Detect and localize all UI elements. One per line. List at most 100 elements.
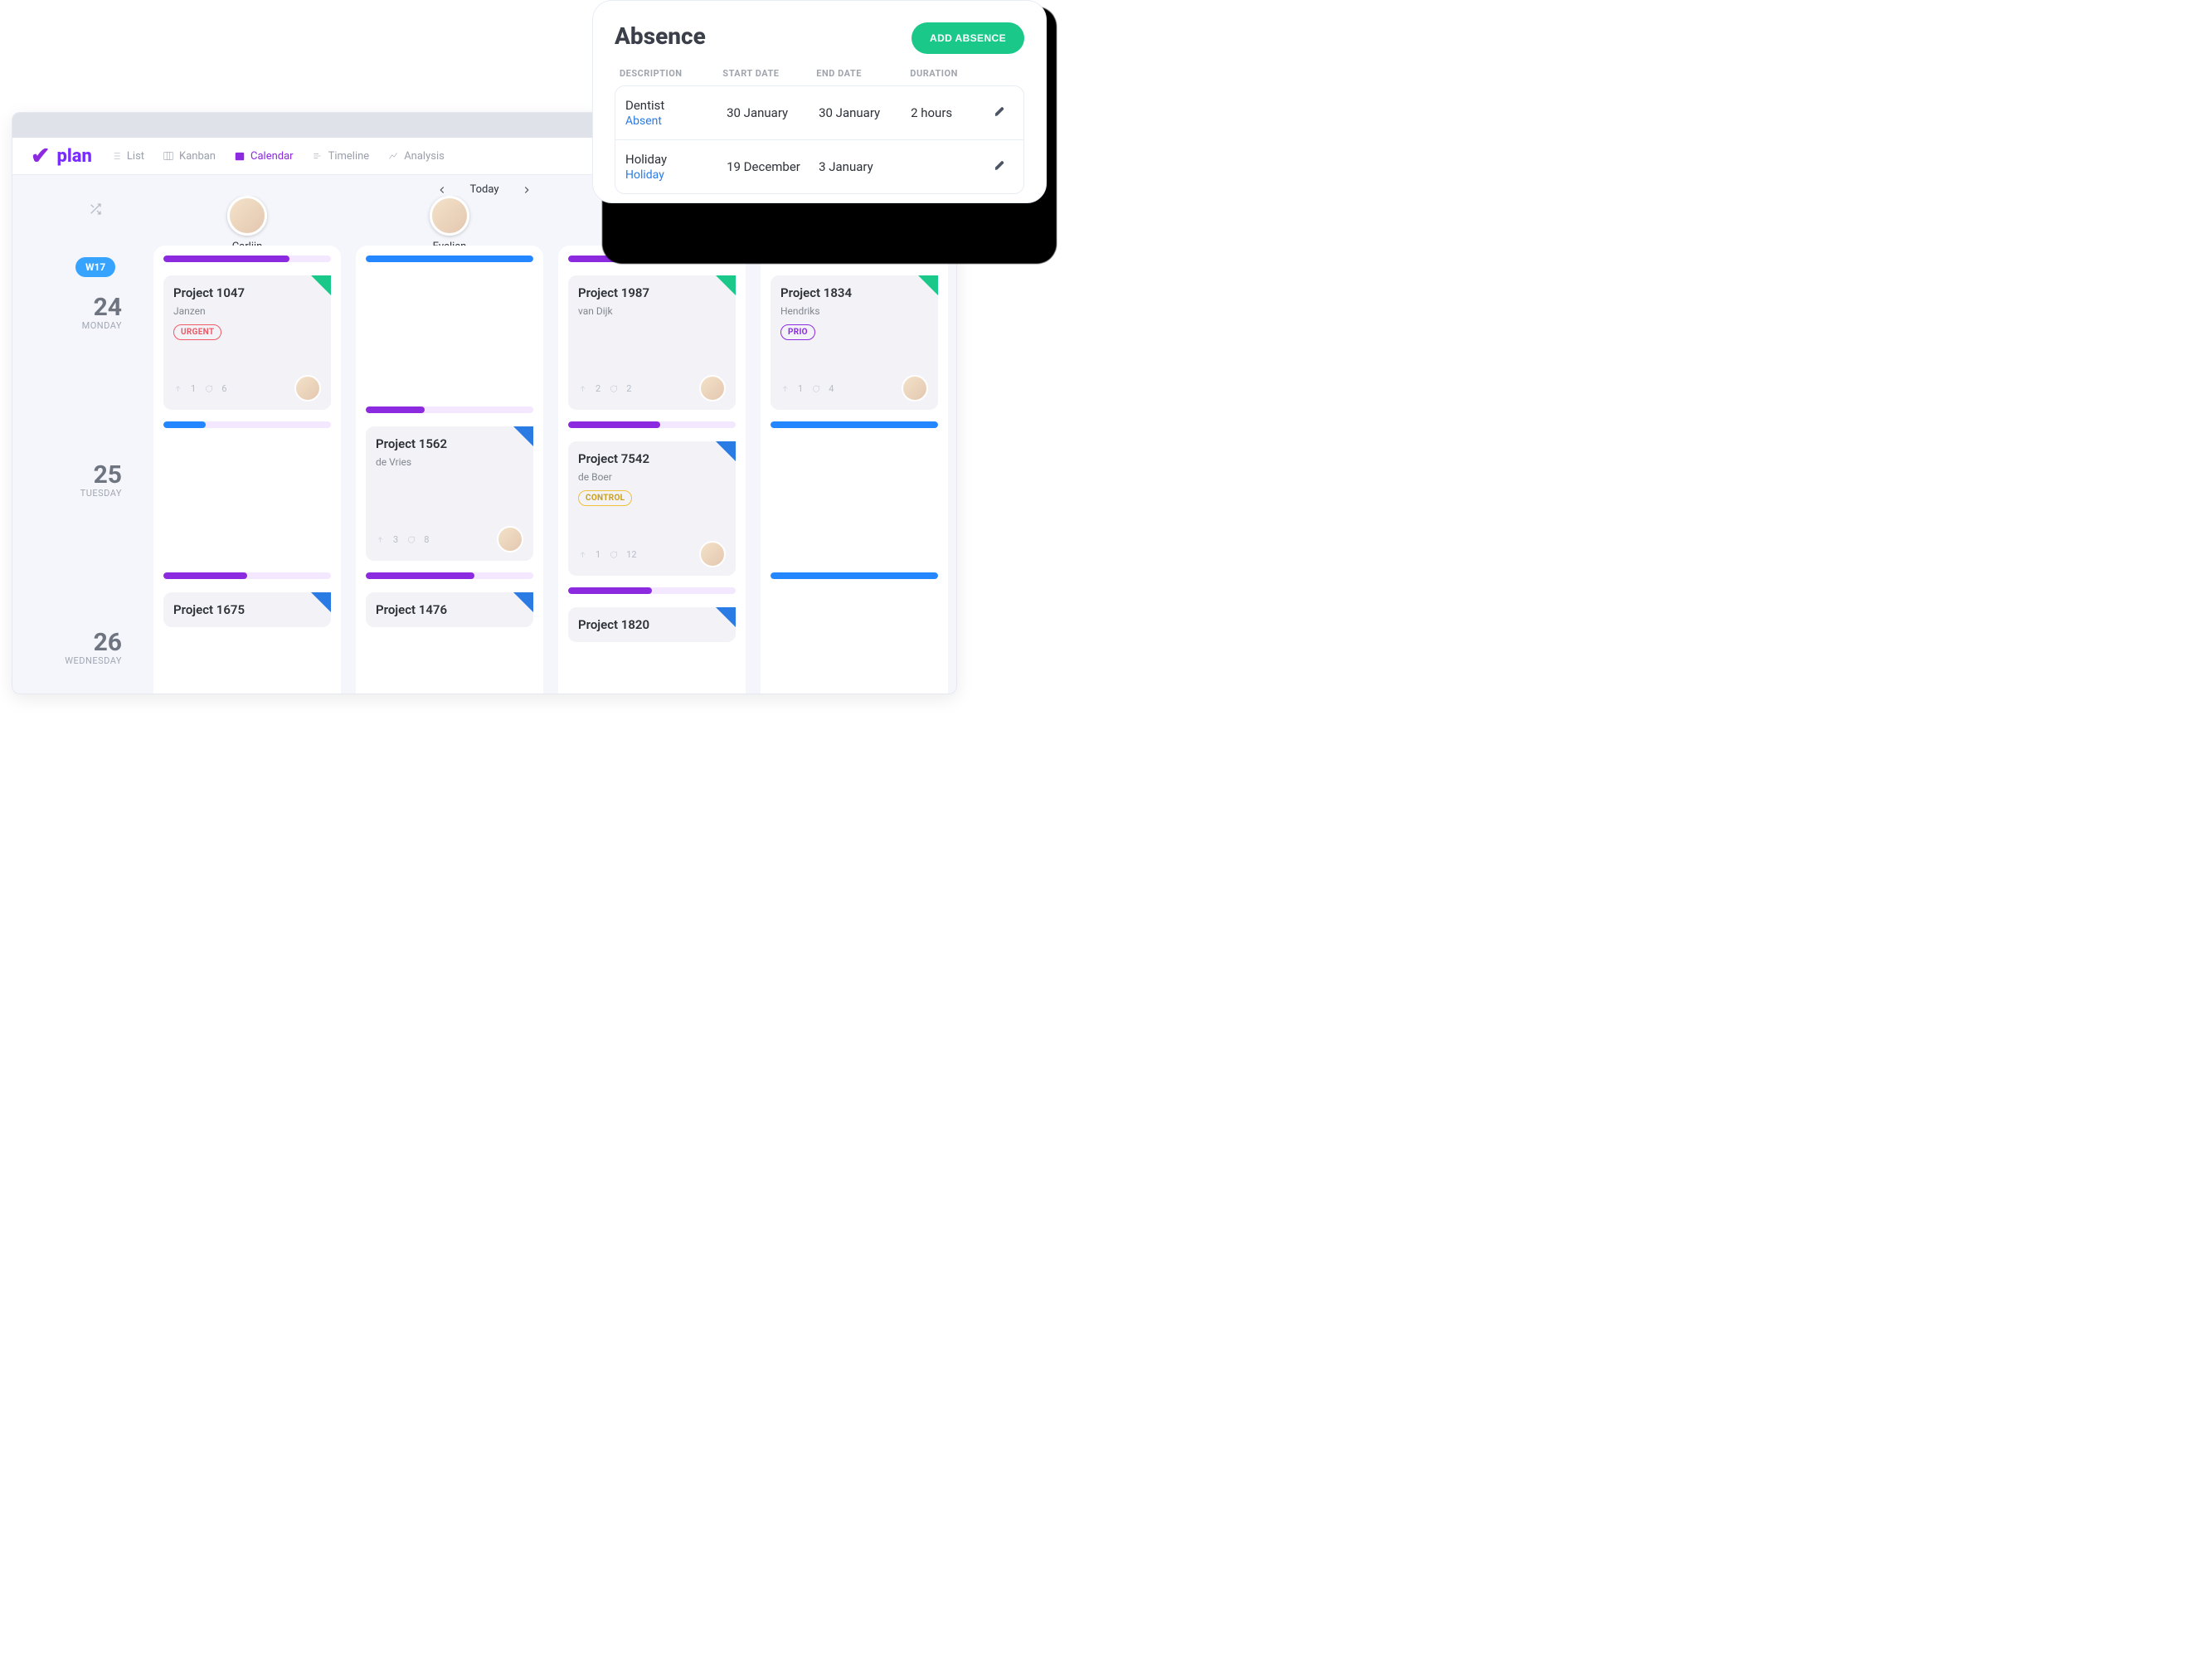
pencil-icon — [994, 158, 1007, 172]
project-card[interactable]: Project 1047JanzenURGENT1 6 — [163, 275, 331, 410]
card-corner — [716, 441, 736, 461]
edit-button[interactable] — [994, 158, 1018, 175]
tab-timeline-label: Timeline — [328, 150, 370, 163]
absence-end: 3 January — [819, 159, 911, 174]
tag-chip: CONTROL — [578, 490, 632, 506]
card-title: Project 1047 — [173, 285, 321, 300]
card-title: Project 1476 — [376, 602, 523, 617]
progress-bar — [163, 572, 331, 579]
edit-button[interactable] — [994, 105, 1018, 121]
absence-duration: 2 hours — [911, 105, 994, 120]
progress-fill — [163, 421, 206, 428]
avatar — [699, 375, 726, 402]
card-footer: 3 8 — [376, 526, 523, 553]
stat-b: 8 — [424, 534, 429, 545]
card-title: Project 7542 — [578, 451, 726, 466]
progress-fill — [568, 587, 652, 594]
progress-fill — [771, 421, 938, 428]
column: Project 1834HendriksPRIO1 4 — [761, 246, 948, 694]
card-title: Project 1675 — [173, 602, 321, 617]
tab-kanban[interactable]: Kanban — [163, 150, 216, 163]
th-end-date: END DATE — [816, 68, 910, 79]
card-footer: 1 12 — [578, 541, 726, 567]
project-card[interactable]: Project 1476 — [366, 592, 533, 627]
project-card[interactable]: Project 1834HendriksPRIO1 4 — [771, 275, 938, 410]
tab-kanban-label: Kanban — [179, 150, 216, 163]
kanban-icon — [163, 150, 174, 162]
progress-fill — [366, 256, 533, 262]
day-row: 25 TUESDAY — [12, 463, 153, 630]
project-card[interactable]: Project 1820 — [568, 607, 736, 642]
absence-row[interactable]: Dentist Absent 30 January 30 January 2 h… — [615, 86, 1023, 139]
card-corner — [513, 592, 533, 612]
progress-bar — [771, 572, 938, 579]
tab-list-label: List — [127, 150, 144, 163]
card-corner — [716, 607, 736, 627]
chevron-right-icon[interactable] — [521, 184, 532, 196]
today-button[interactable]: Today — [469, 183, 498, 196]
absence-desc: Dentist Absent — [625, 98, 727, 128]
list-icon — [110, 150, 122, 162]
th-start-date: START DATE — [722, 68, 816, 79]
comment-icon — [406, 535, 416, 544]
leftcol: W17 24 MONDAY 25 TUESDAY 26 WEDNESDAY — [12, 196, 153, 694]
columns: Project 1047JanzenURGENT1 6Project 1675P… — [153, 246, 948, 694]
card-corner — [918, 275, 938, 295]
card-subtitle: Janzen — [173, 305, 321, 317]
stat-b: 2 — [626, 383, 631, 394]
tab-list[interactable]: List — [110, 150, 144, 163]
empty-slot — [771, 435, 938, 566]
add-absence-button[interactable]: ADD ABSENCE — [912, 22, 1024, 54]
day-number: 24 — [94, 295, 122, 320]
avatar — [699, 541, 726, 567]
brand-logo[interactable]: ✔ plan — [31, 144, 92, 168]
brand-text: plan — [56, 146, 91, 167]
tab-analysis[interactable]: Analysis — [387, 150, 445, 163]
avatar — [497, 526, 523, 553]
column: Project 1047JanzenURGENT1 6Project 1675 — [153, 246, 341, 694]
card-footer: 1 6 — [173, 375, 321, 402]
comment-icon — [609, 384, 618, 393]
upload-icon — [578, 550, 587, 559]
project-card[interactable]: Project 1675 — [163, 592, 331, 627]
tag-chip: PRIO — [780, 324, 815, 340]
comment-icon — [609, 550, 618, 559]
absence-rows: Dentist Absent 30 January 30 January 2 h… — [615, 85, 1024, 194]
tab-calendar[interactable]: Calendar — [234, 150, 294, 163]
card-subtitle: de Boer — [578, 471, 726, 483]
absence-row[interactable]: Holiday Holiday 19 December 3 January — [615, 139, 1023, 193]
comment-icon — [204, 384, 213, 393]
day-name: TUESDAY — [80, 488, 122, 499]
absence-desc: Holiday Holiday — [625, 152, 727, 182]
board: W17 24 MONDAY 25 TUESDAY 26 WEDNESDAY Ca… — [12, 196, 956, 694]
progress-bar — [568, 421, 736, 428]
brand-check-icon: ✔ — [31, 144, 50, 168]
avatar — [294, 375, 321, 402]
progress-bar — [163, 421, 331, 428]
empty-slot — [366, 269, 533, 400]
timeline-icon — [312, 150, 323, 162]
absence-thead: DESCRIPTION START DATE END DATE DURATION — [615, 68, 1024, 85]
progress-bar — [366, 406, 533, 413]
avatar — [227, 196, 267, 236]
card-title: Project 1820 — [578, 617, 726, 632]
shuffle-button[interactable] — [89, 202, 102, 219]
project-card[interactable]: Project 7542 de Boer CONTROL 1 12 — [568, 441, 736, 576]
absence-start: 30 January — [727, 105, 819, 120]
project-card[interactable]: Project 1562de Vries3 8 — [366, 426, 533, 561]
tab-timeline[interactable]: Timeline — [312, 150, 370, 163]
day-row: 26 WEDNESDAY — [12, 630, 153, 694]
absence-popup: Absence ADD ABSENCE DESCRIPTION START DA… — [592, 0, 1047, 203]
chevron-left-icon[interactable] — [436, 184, 448, 196]
progress-bar — [366, 572, 533, 579]
pencil-icon — [994, 105, 1007, 118]
day-name: MONDAY — [82, 320, 122, 331]
calendar-icon — [234, 150, 246, 162]
upload-icon — [578, 384, 587, 393]
absence-type: Absent — [625, 114, 727, 128]
project-card[interactable]: Project 1987van Dijk2 2 — [568, 275, 736, 410]
stat-a: 1 — [596, 549, 600, 560]
absence-desc-text: Holiday — [625, 152, 727, 167]
shuffle-icon — [89, 202, 102, 216]
tab-calendar-label: Calendar — [250, 150, 294, 163]
